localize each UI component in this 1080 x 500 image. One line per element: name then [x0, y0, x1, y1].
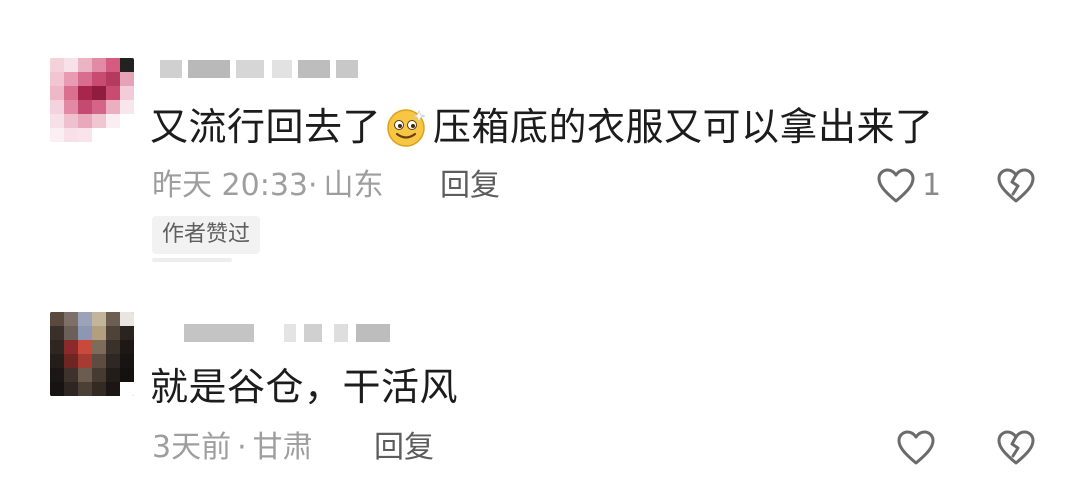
dislike-button[interactable] [996, 166, 1036, 206]
comment-location: 甘肃 [252, 430, 313, 465]
dislike-button[interactable] [996, 428, 1036, 468]
divider [152, 258, 232, 262]
comment-meta: 昨天 20:33· 山东 [152, 168, 384, 204]
comment-text-part: 压箱底的衣服又可以拿出来了 [433, 105, 934, 149]
like-button[interactable]: 1 [876, 166, 941, 206]
comment-text: 又流行回去了 压箱底的衣服又可以拿出来了 [150, 104, 934, 152]
broken-heart-icon [997, 168, 1035, 203]
comment-text: 就是谷仓，干活风 [150, 365, 459, 409]
meta-separator: · [237, 430, 247, 465]
like-button[interactable] [896, 428, 936, 468]
smiley-icon [385, 105, 429, 149]
like-count: 1 [922, 168, 942, 203]
comment-time: 3天前 [152, 430, 232, 465]
meta-separator: · [308, 168, 318, 203]
reply-button[interactable]: 回复 [374, 430, 434, 466]
comment-text-part: 又流行回去了 [150, 105, 382, 149]
username[interactable] [160, 60, 380, 78]
broken-heart-icon [997, 430, 1035, 465]
username[interactable] [184, 324, 394, 342]
heart-icon [877, 168, 915, 203]
heart-icon [897, 430, 935, 465]
avatar[interactable] [50, 312, 134, 396]
comments-section: 又流行回去了 压箱底的衣服又可以拿出来了 昨天 20:33· 山东 回复 1 作… [0, 0, 1080, 500]
comment-time: 昨天 20:33 [152, 168, 308, 203]
author-liked-badge: 作者赞过 [152, 216, 261, 254]
comment-location: 山东 [323, 168, 384, 203]
avatar[interactable] [50, 58, 134, 142]
reply-button[interactable]: 回复 [440, 168, 500, 204]
comment-meta: 3天前 · 甘肃 [152, 430, 313, 466]
